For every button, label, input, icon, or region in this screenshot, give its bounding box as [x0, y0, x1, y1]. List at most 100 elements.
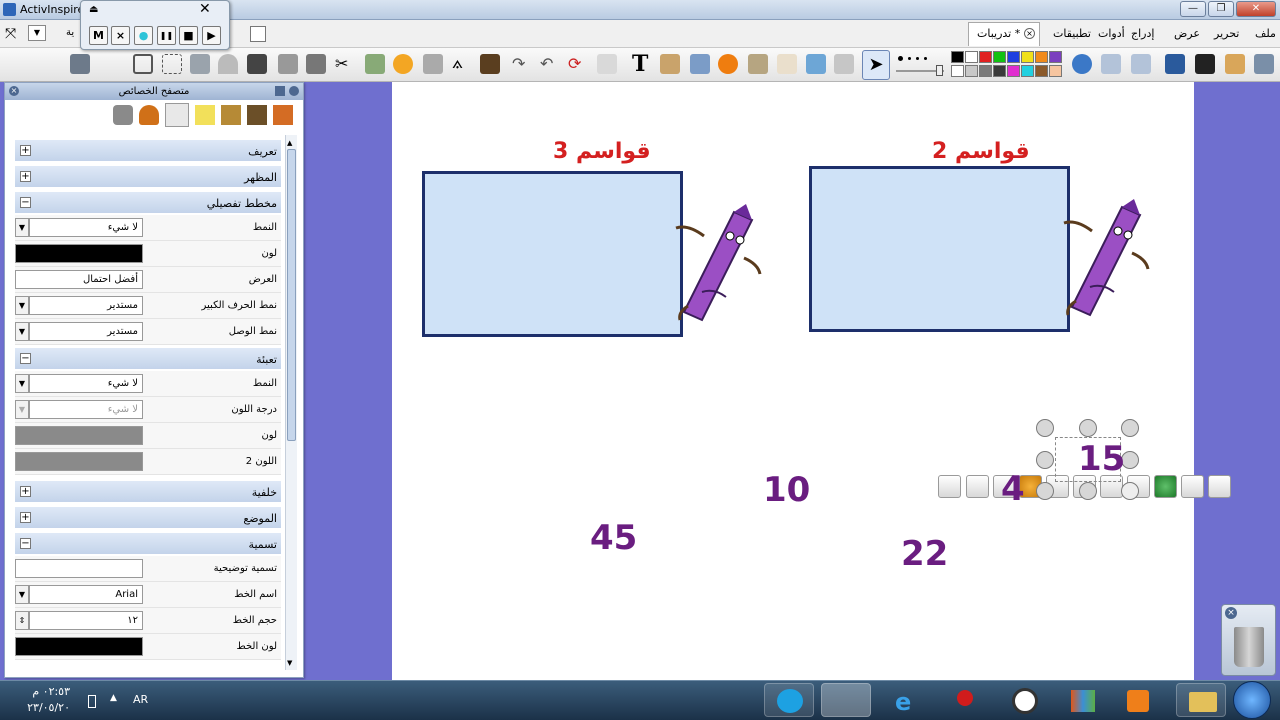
menu-insert[interactable]: إدراج [1131, 27, 1154, 40]
language-indicator[interactable]: AR [133, 693, 148, 706]
tab-page-browser-icon[interactable] [273, 105, 293, 125]
main-menu-icon[interactable] [1254, 54, 1274, 74]
menu-view[interactable]: عرض [1174, 27, 1200, 40]
object-star-icon[interactable] [1181, 475, 1204, 498]
font-name-select[interactable]: Arial [29, 585, 143, 604]
chevron-down-icon[interactable]: ▼ [15, 218, 29, 237]
section-appearance[interactable]: + المظهر [15, 166, 281, 188]
select-tool-icon[interactable]: ➤ [862, 50, 890, 80]
color-swatch[interactable] [1007, 65, 1020, 77]
recorder-pause-button[interactable]: ❚❚ [157, 26, 176, 45]
text-tool-icon[interactable]: T [632, 51, 648, 77]
fill-style-select[interactable]: لا شيء [29, 374, 143, 393]
tab-notes-icon[interactable] [195, 105, 215, 125]
color-swatch[interactable] [993, 65, 1006, 77]
resize-handle[interactable] [1036, 482, 1054, 500]
object-translucent-icon[interactable] [1154, 475, 1177, 498]
prev-page-icon[interactable] [1131, 54, 1151, 74]
object-delete-icon[interactable] [938, 475, 961, 498]
object-rotate-icon[interactable] [966, 475, 989, 498]
divisors-box-right[interactable] [809, 166, 1070, 332]
camera-icon[interactable] [162, 54, 182, 74]
recorder-m-button[interactable]: M [89, 26, 108, 45]
color-swatch[interactable] [951, 65, 964, 77]
expand-icon[interactable]: + [20, 171, 31, 182]
next-page-icon[interactable] [1101, 54, 1121, 74]
protractor-icon[interactable] [218, 54, 238, 74]
number-10[interactable]: 10 [763, 470, 810, 510]
menu-edit[interactable]: تحرير [1214, 27, 1239, 40]
scroll-up-icon[interactable]: ▲ [287, 139, 292, 147]
recorder-stop-button[interactable]: ■ [179, 26, 198, 45]
highlighter-icon[interactable] [690, 54, 710, 74]
reset-icon[interactable]: ⟳ [568, 54, 581, 73]
font-color-field[interactable] [15, 637, 143, 656]
close-window-button[interactable]: ✕ [1236, 1, 1276, 17]
spotlight-icon[interactable] [306, 54, 326, 74]
panel-pin-icon[interactable] [289, 86, 299, 96]
fill-icon[interactable] [748, 54, 768, 74]
expand-icon[interactable]: + [20, 145, 31, 156]
pen-width-slider[interactable] [896, 52, 946, 78]
magic-ink-icon[interactable] [365, 54, 385, 74]
expand-icon[interactable]: + [20, 486, 31, 497]
section-background[interactable]: + خلفية [15, 481, 281, 503]
scroll-down-icon[interactable]: ▼ [287, 659, 292, 667]
section-position[interactable]: + الموضع [15, 507, 281, 529]
panel-scrollbar[interactable]: ▲ ▼ [285, 135, 297, 670]
outline-width-field[interactable]: أفضل احتمال [15, 270, 143, 289]
resize-handle[interactable] [1121, 482, 1139, 500]
browser-icon[interactable] [1072, 54, 1092, 74]
tab-properties-icon[interactable] [165, 103, 189, 127]
object-spellcheck-icon[interactable] [1208, 475, 1231, 498]
color-swatch[interactable] [1035, 51, 1048, 63]
resize-handle[interactable] [1079, 419, 1097, 437]
trash-bin[interactable]: × [1221, 604, 1276, 676]
menu-apps[interactable]: تطبيقات [1053, 27, 1091, 40]
clock-date[interactable]: ٢٣/٠٥/٢٠ [10, 701, 70, 714]
caption-input[interactable] [15, 559, 143, 578]
color-swatch[interactable] [1049, 51, 1062, 63]
keypad-icon[interactable] [423, 54, 443, 74]
media-player-icon[interactable] [1112, 683, 1162, 717]
expand-icon[interactable]: + [20, 512, 31, 523]
resize-handle[interactable] [1079, 482, 1097, 500]
recorder-close-button[interactable]: ✕ [199, 1, 211, 17]
resize-handle[interactable] [1036, 419, 1054, 437]
color-swatch[interactable] [1035, 65, 1048, 77]
skype-icon[interactable] [764, 683, 814, 717]
office-icon[interactable] [1056, 683, 1106, 717]
calculator-icon[interactable] [278, 54, 298, 74]
board-icon[interactable] [480, 54, 500, 74]
color-swatch[interactable] [951, 51, 964, 63]
chevron-down-icon[interactable]: ▼ [15, 400, 29, 419]
number-22[interactable]: 22 [901, 534, 948, 574]
color-swatch[interactable] [965, 65, 978, 77]
save-icon[interactable] [1195, 54, 1215, 74]
chevron-down-icon[interactable]: ▼ [15, 322, 29, 341]
select-area-icon[interactable] [133, 54, 153, 74]
spinner-icon[interactable]: ⇕ [15, 611, 29, 630]
tab-object-icon[interactable] [113, 105, 133, 125]
collapse-icon[interactable]: − [20, 197, 31, 208]
color-swatch[interactable] [1049, 65, 1062, 77]
desktop-icon[interactable] [1165, 54, 1185, 74]
close-icon[interactable]: × [1225, 607, 1237, 619]
hourglass-icon[interactable] [597, 54, 617, 74]
section-fill[interactable]: − تعبئة [15, 348, 281, 370]
eraser-icon[interactable] [777, 54, 797, 74]
redo-icon[interactable]: ↷ [512, 54, 525, 73]
color-swatch[interactable] [1007, 51, 1020, 63]
color-swatch[interactable] [1021, 51, 1034, 63]
chevron-down-icon[interactable]: ▼ [15, 585, 29, 604]
tray-expand-icon[interactable]: ▲ [110, 693, 117, 703]
clock-app-icon[interactable] [998, 683, 1048, 717]
chevron-down-icon[interactable]: ▼ [15, 296, 29, 315]
section-label-group[interactable]: − تسمية [15, 533, 281, 555]
timer-icon[interactable] [393, 54, 413, 74]
fullscreen-icon[interactable]: ⤧ [5, 26, 16, 42]
menu-tools[interactable]: أدوات [1098, 27, 1125, 40]
section-identity[interactable]: + تعريف [15, 140, 281, 162]
page-icon[interactable] [250, 26, 266, 42]
minimize-button[interactable]: — [1180, 1, 1206, 17]
